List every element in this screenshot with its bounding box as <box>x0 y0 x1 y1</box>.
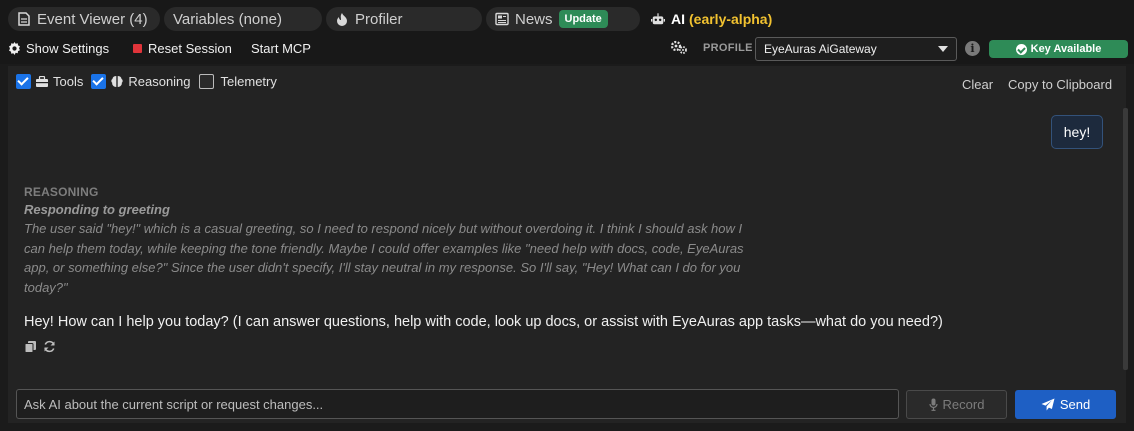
reasoning-body: The user said "hey!" which is a casual g… <box>24 219 814 297</box>
send-button[interactable]: Send <box>1015 390 1116 419</box>
clear-button[interactable]: Clear <box>962 77 993 92</box>
toolbox-icon <box>36 75 48 87</box>
user-message: hey! <box>1051 115 1103 149</box>
robot-icon <box>651 13 665 25</box>
newspaper-icon <box>495 12 509 26</box>
fire-icon <box>337 13 347 26</box>
reasoning-line: app, or something else?" Since the user … <box>24 260 741 275</box>
tab-variables[interactable]: Variables (none) <box>164 7 322 31</box>
tools-filter[interactable]: Tools <box>16 74 83 89</box>
key-status-label: Key Available <box>1030 43 1102 55</box>
key-available-badge: Key Available <box>989 40 1128 58</box>
tab-profiler[interactable]: Profiler <box>326 7 482 31</box>
profile-select[interactable]: EyeAuras AiGateway <box>755 37 957 61</box>
record-button[interactable]: Record <box>906 390 1007 419</box>
document-icon <box>18 12 30 26</box>
stop-icon <box>133 44 142 53</box>
copy-to-clipboard-button[interactable]: Copy to Clipboard <box>1008 77 1112 92</box>
reasoning-line: The user said "hey!" which is a casual g… <box>24 221 743 236</box>
copy-icon[interactable] <box>24 340 37 353</box>
brain-icon <box>111 76 124 87</box>
tab-event-viewer[interactable]: Event Viewer (4) <box>8 7 160 31</box>
tab-bar: Event Viewer (4) Variables (none) Profil… <box>0 0 1134 36</box>
prompt-input[interactable] <box>16 389 899 419</box>
early-alpha-label: (early-alpha) <box>689 11 773 27</box>
tab-ai[interactable]: AI (early-alpha) <box>642 7 792 31</box>
start-mcp-button[interactable]: Start MCP <box>251 41 311 56</box>
reasoning-line: today?" <box>24 279 68 295</box>
chevron-down-icon <box>938 46 948 52</box>
toolbar: Show Settings Reset Session Start MCP <box>0 36 1134 64</box>
refresh-icon[interactable] <box>43 340 56 353</box>
profile-settings-button[interactable] <box>670 40 693 54</box>
reasoning-title: Responding to greeting <box>24 202 170 217</box>
reasoning-checkbox[interactable] <box>91 74 107 89</box>
paper-plane-icon <box>1041 398 1055 411</box>
gear-icon <box>9 42 20 55</box>
send-label: Send <box>1059 397 1091 412</box>
start-mcp-label: Start MCP <box>251 41 311 56</box>
chat-scrollbar[interactable] <box>1123 108 1128 370</box>
tools-checkbox[interactable] <box>16 74 31 89</box>
telemetry-checkbox[interactable] <box>198 74 214 89</box>
check-circle-icon <box>1015 43 1027 55</box>
info-icon[interactable]: i <box>965 41 980 56</box>
telemetry-filter[interactable]: Telemetry <box>198 74 277 89</box>
filter-bar: Tools Reasoning Telemetry <box>16 74 285 89</box>
tab-news[interactable]: News Update <box>486 7 640 31</box>
tab-label: AI <box>671 11 685 27</box>
record-label: Record <box>942 397 985 412</box>
tab-label: News <box>515 10 553 28</box>
tab-label: Event Viewer (4) <box>37 10 148 28</box>
assistant-message: Hey! How can I help you today? (I can an… <box>24 314 943 330</box>
profile-value: EyeAuras AiGateway <box>764 42 877 56</box>
message-actions <box>24 340 56 353</box>
show-settings-label: Show Settings <box>26 41 110 56</box>
gears-icon <box>670 40 687 54</box>
update-badge: Update <box>558 10 608 28</box>
reasoning-line: can help them today, while keeping the t… <box>24 240 744 256</box>
tab-label: Variables (none) <box>173 10 282 28</box>
profile-label: PROFILE <box>703 42 753 54</box>
show-settings-button[interactable]: Show Settings <box>8 41 109 56</box>
reasoning-header: REASONING <box>24 185 99 199</box>
tab-label: Profiler <box>355 10 403 28</box>
reset-session-label: Reset Session <box>148 41 232 56</box>
reasoning-label: Reasoning <box>128 74 191 89</box>
microphone-icon <box>928 398 938 411</box>
reasoning-filter[interactable]: Reasoning <box>91 74 191 89</box>
tools-label: Tools <box>53 74 84 89</box>
telemetry-label: Telemetry <box>220 74 277 89</box>
reset-session-button[interactable]: Reset Session <box>133 41 232 56</box>
